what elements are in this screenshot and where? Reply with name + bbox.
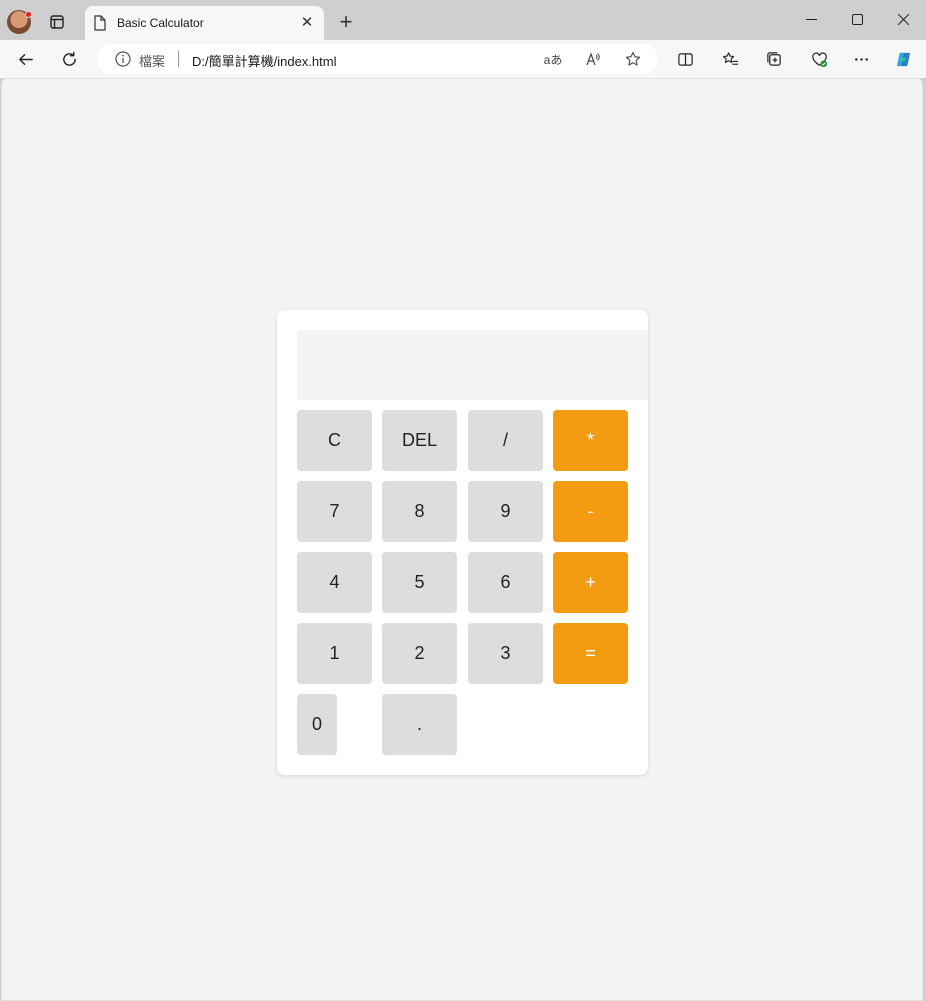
tab-actions-icon[interactable]: [45, 11, 69, 33]
copilot-icon[interactable]: [892, 48, 914, 70]
digit-2-button[interactable]: 2: [382, 623, 457, 684]
active-tab[interactable]: Basic Calculator ✕: [85, 6, 324, 40]
page-icon: [94, 15, 106, 31]
read-aloud-icon[interactable]: [583, 49, 603, 69]
url-text[interactable]: D:/簡單計算機/index.html: [192, 51, 336, 70]
close-window-icon[interactable]: [888, 10, 918, 30]
close-tab-icon[interactable]: ✕: [299, 15, 315, 31]
more-options-icon[interactable]: [850, 48, 872, 70]
digit-5-button[interactable]: 5: [382, 552, 457, 613]
info-icon[interactable]: [115, 51, 131, 67]
browser-toolbar: 檔案 D:/簡單計算機/index.html aあ: [0, 40, 926, 78]
tab-strip: Basic Calculator ✕ +: [0, 0, 926, 40]
refresh-icon[interactable]: [58, 48, 80, 70]
multiply-button[interactable]: *: [553, 410, 628, 471]
divide-button[interactable]: /: [468, 410, 543, 471]
browser-essentials-icon[interactable]: [808, 48, 830, 70]
tab-title: Basic Calculator: [117, 16, 204, 30]
page-viewport: C DEL / * 7 8 9 - 4 5 6 + 1 2 3 = 0 .: [1, 78, 923, 1001]
calculator: C DEL / * 7 8 9 - 4 5 6 + 1 2 3 = 0 .: [277, 310, 648, 775]
minimize-icon[interactable]: [796, 10, 826, 30]
notification-dot: [25, 11, 32, 18]
digit-7-button[interactable]: 7: [297, 481, 372, 542]
delete-button[interactable]: DEL: [382, 410, 457, 471]
back-arrow-icon[interactable]: [14, 48, 36, 70]
digit-8-button[interactable]: 8: [382, 481, 457, 542]
file-scheme-label: 檔案: [139, 54, 166, 69]
calculator-display: [297, 330, 648, 400]
maximize-icon[interactable]: [842, 10, 872, 30]
digit-1-button[interactable]: 1: [297, 623, 372, 684]
favorite-star-icon[interactable]: [623, 49, 643, 69]
clear-button[interactable]: C: [297, 410, 372, 471]
digit-4-button[interactable]: 4: [297, 552, 372, 613]
favorites-icon[interactable]: [719, 48, 741, 70]
new-tab-button[interactable]: +: [334, 11, 358, 35]
digit-3-button[interactable]: 3: [468, 623, 543, 684]
collections-icon[interactable]: [763, 48, 785, 70]
digit-0-button[interactable]: 0: [297, 694, 337, 755]
equals-button[interactable]: =: [553, 623, 628, 684]
split-screen-icon[interactable]: [674, 48, 696, 70]
minus-button[interactable]: -: [553, 481, 628, 542]
address-separator: [178, 51, 179, 67]
address-bar[interactable]: 檔案 D:/簡單計算機/index.html aあ: [97, 44, 658, 74]
plus-button[interactable]: +: [553, 552, 628, 613]
decimal-button[interactable]: .: [382, 694, 457, 755]
digit-9-button[interactable]: 9: [468, 481, 543, 542]
digit-6-button[interactable]: 6: [468, 552, 543, 613]
translate-icon[interactable]: aあ: [543, 49, 563, 69]
